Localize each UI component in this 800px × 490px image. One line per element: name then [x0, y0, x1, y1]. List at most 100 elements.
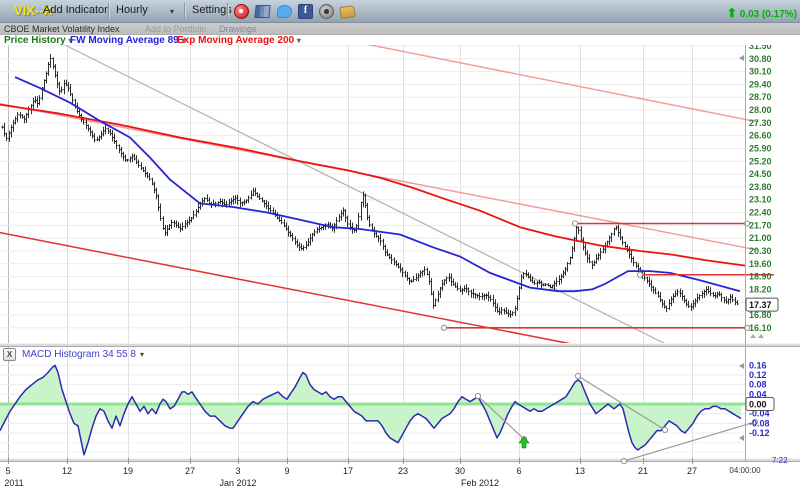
svg-text:-0.08: -0.08 — [749, 418, 770, 428]
instrument-subbar: CBOE Market Volatility Index Add to Port… — [0, 23, 800, 35]
gray-trendline[interactable] — [65, 45, 668, 345]
twitter-icon[interactable] — [277, 5, 292, 18]
legend-ma89[interactable]: FW Moving Average 89 ▾ — [70, 35, 186, 46]
vertical-gridlines — [9, 45, 693, 458]
svg-text:28.00: 28.00 — [749, 105, 772, 115]
svg-text:5: 5 — [5, 466, 10, 476]
svg-text:21: 21 — [638, 466, 648, 476]
price-axis-labels: 31.5030.8030.1029.4028.7028.0027.3026.60… — [749, 41, 772, 333]
svg-text:30.80: 30.80 — [749, 54, 772, 64]
svg-text:Jan 2012: Jan 2012 — [219, 478, 256, 488]
svg-text:19.60: 19.60 — [749, 259, 772, 269]
facebook-letter: f — [304, 5, 307, 16]
up-arrow-icon: ⬆ — [727, 6, 737, 20]
x-axis-labels: 5 12 19 27 3 9 17 23 30 6 13 21 27 2011 Jan 2012 Feb 20… — [4, 466, 761, 488]
line-handle[interactable] — [575, 373, 580, 378]
axes — [9, 45, 746, 464]
macd-zero-line — [0, 403, 745, 406]
svg-text:13: 13 — [575, 466, 585, 476]
svg-text:2011: 2011 — [4, 478, 23, 488]
svg-text:21.70: 21.70 — [749, 220, 772, 230]
macd-close-button[interactable]: X — [3, 348, 16, 361]
price-change-badge: ⬆ 0.03 (0.17%) — [727, 6, 797, 20]
macd-indicator-label[interactable]: MACD Histogram 34 55 8 — [22, 349, 136, 360]
pane-divider[interactable] — [0, 343, 800, 347]
svg-text:0.12: 0.12 — [749, 370, 767, 380]
horizontal-support-line[interactable] — [441, 325, 749, 330]
macd-gray-line-1[interactable] — [475, 393, 526, 441]
charting-app-window: 31.5030.8030.1029.4028.7028.0027.3026.60… — [0, 0, 800, 490]
toolbar-separator — [184, 3, 185, 18]
svg-text:3: 3 — [235, 466, 240, 476]
legend-bar: Price History ▾ FW Moving Average 89 ▾ E… — [0, 35, 800, 45]
buy-signal-arrow-icon[interactable] — [519, 437, 529, 448]
svg-text:27.30: 27.30 — [749, 118, 772, 128]
price-gridlines — [0, 46, 745, 328]
toolbar-separator — [227, 3, 228, 18]
svg-text:17.37: 17.37 — [749, 300, 772, 310]
drawings-menu[interactable]: Drawings — [219, 24, 257, 34]
line-handle[interactable] — [637, 272, 642, 277]
line-handle[interactable] — [572, 221, 577, 226]
chevron-down-icon[interactable]: ▾ — [170, 7, 174, 16]
svg-text:21.00: 21.00 — [749, 233, 772, 243]
chevron-down-icon[interactable]: ▾ — [140, 350, 144, 359]
folder-icon[interactable] — [339, 5, 356, 19]
svg-text:25.20: 25.20 — [749, 156, 772, 166]
interval-dropdown[interactable]: Hourly — [116, 4, 148, 16]
svg-text:30: 30 — [455, 466, 465, 476]
toolbar-separator — [108, 3, 109, 18]
svg-text:30.10: 30.10 — [749, 67, 772, 77]
svg-text:26.60: 26.60 — [749, 131, 772, 141]
ema200-line — [0, 105, 745, 266]
chevron-down-icon[interactable]: ▾ — [297, 36, 301, 45]
alerts-icon[interactable] — [234, 4, 249, 19]
svg-text:04:00:00: 04:00:00 — [729, 466, 761, 475]
svg-text:20.30: 20.30 — [749, 246, 772, 256]
svg-text:19: 19 — [123, 466, 133, 476]
svg-text:9: 9 — [284, 466, 289, 476]
svg-text:23.10: 23.10 — [749, 195, 772, 205]
main-toolbar: VIX--X Add Indicator Hourly ▾ Settings f… — [0, 0, 800, 23]
change-value: 0.03 (0.17%) — [740, 9, 797, 20]
current-price-box: 17.37 — [746, 298, 778, 311]
chart-canvas[interactable]: 31.5030.8030.1029.4028.7028.0027.3026.60… — [0, 0, 800, 490]
svg-text:27: 27 — [687, 466, 697, 476]
svg-text:-0.12: -0.12 — [749, 428, 770, 438]
svg-text:23.80: 23.80 — [749, 182, 772, 192]
svg-text:18.90: 18.90 — [749, 272, 772, 282]
svg-text:24.50: 24.50 — [749, 169, 772, 179]
add-to-portfolio-link[interactable]: Add to Portfolio — [145, 24, 207, 34]
svg-text:12: 12 — [62, 466, 72, 476]
svg-text:25.90: 25.90 — [749, 143, 772, 153]
svg-text:18.20: 18.20 — [749, 284, 772, 294]
svg-text:17: 17 — [343, 466, 353, 476]
legend-ema200[interactable]: Exp Moving Average 200 ▾ — [177, 35, 301, 46]
facebook-icon[interactable]: f — [298, 4, 313, 19]
cursor-time-label: 7:22 — [772, 456, 788, 465]
snapshot-icon[interactable] — [319, 4, 334, 19]
macd-pane-header: X MACD Histogram 34 55 8 ▾ — [3, 348, 144, 361]
instrument-name: CBOE Market Volatility Index — [4, 24, 120, 34]
line-handle[interactable] — [475, 393, 480, 398]
svg-text:28.70: 28.70 — [749, 92, 772, 102]
svg-text:Feb 2012: Feb 2012 — [461, 478, 499, 488]
line-handle[interactable] — [662, 427, 667, 432]
candlestick-series — [1, 54, 738, 318]
svg-text:0.08: 0.08 — [749, 380, 767, 390]
macd-zero-box: 0.00 — [746, 398, 774, 411]
svg-text:0.00: 0.00 — [749, 400, 767, 410]
line-handle[interactable] — [621, 459, 626, 464]
line-handle[interactable] — [441, 325, 446, 330]
svg-text:6: 6 — [516, 466, 521, 476]
svg-text:23: 23 — [398, 466, 408, 476]
settings-menu[interactable]: Settings — [192, 4, 232, 16]
svg-text:0.16: 0.16 — [749, 360, 767, 370]
svg-text:29.40: 29.40 — [749, 79, 772, 89]
svg-text:22.40: 22.40 — [749, 208, 772, 218]
svg-text:27: 27 — [185, 466, 195, 476]
pane-divider[interactable] — [0, 458, 800, 462]
legend-price-history[interactable]: Price History ▾ — [4, 35, 73, 46]
add-indicator-menu[interactable]: Add Indicator — [43, 4, 108, 16]
portfolio-icon[interactable] — [254, 5, 270, 18]
